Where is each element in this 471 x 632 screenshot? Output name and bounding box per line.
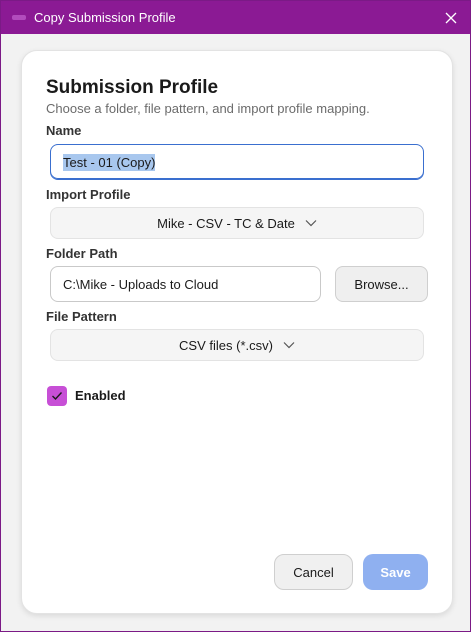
name-label: Name — [46, 123, 82, 138]
enabled-checkbox[interactable] — [47, 386, 67, 406]
dialog-window: Copy Submission Profile Submission Profi… — [0, 0, 471, 632]
folder-path-value: C:\Mike - Uploads to Cloud — [63, 276, 219, 292]
enabled-label: Enabled — [75, 388, 126, 403]
import-profile-dropdown[interactable]: Mike - CSV - TC & Date — [50, 207, 424, 239]
form-card: Submission Profile Choose a folder, file… — [21, 50, 453, 614]
browse-button[interactable]: Browse... — [335, 266, 428, 302]
close-button[interactable] — [440, 7, 462, 29]
file-pattern-selected: CSV files (*.csv) — [179, 337, 273, 353]
chevron-down-icon — [283, 342, 295, 349]
folder-path-label: Folder Path — [46, 246, 118, 261]
checkmark-icon — [52, 392, 63, 401]
title-bar: Copy Submission Profile — [1, 1, 470, 34]
folder-path-field[interactable]: C:\Mike - Uploads to Cloud — [50, 266, 321, 302]
chevron-down-icon — [305, 220, 317, 227]
page-title: Submission Profile — [46, 77, 219, 98]
save-button[interactable]: Save — [363, 554, 428, 590]
app-icon — [12, 15, 26, 20]
name-field[interactable]: Test - 01 (Copy) — [50, 144, 424, 180]
import-profile-label: Import Profile — [46, 187, 131, 202]
page-subtitle: Choose a folder, file pattern, and impor… — [46, 101, 370, 116]
window-title: Copy Submission Profile — [34, 10, 176, 25]
close-icon — [445, 12, 457, 24]
file-pattern-dropdown[interactable]: CSV files (*.csv) — [50, 329, 424, 361]
import-profile-selected: Mike - CSV - TC & Date — [157, 215, 295, 231]
cancel-button[interactable]: Cancel — [274, 554, 353, 590]
file-pattern-label: File Pattern — [46, 309, 117, 324]
name-field-value: Test - 01 (Copy) — [63, 153, 156, 171]
